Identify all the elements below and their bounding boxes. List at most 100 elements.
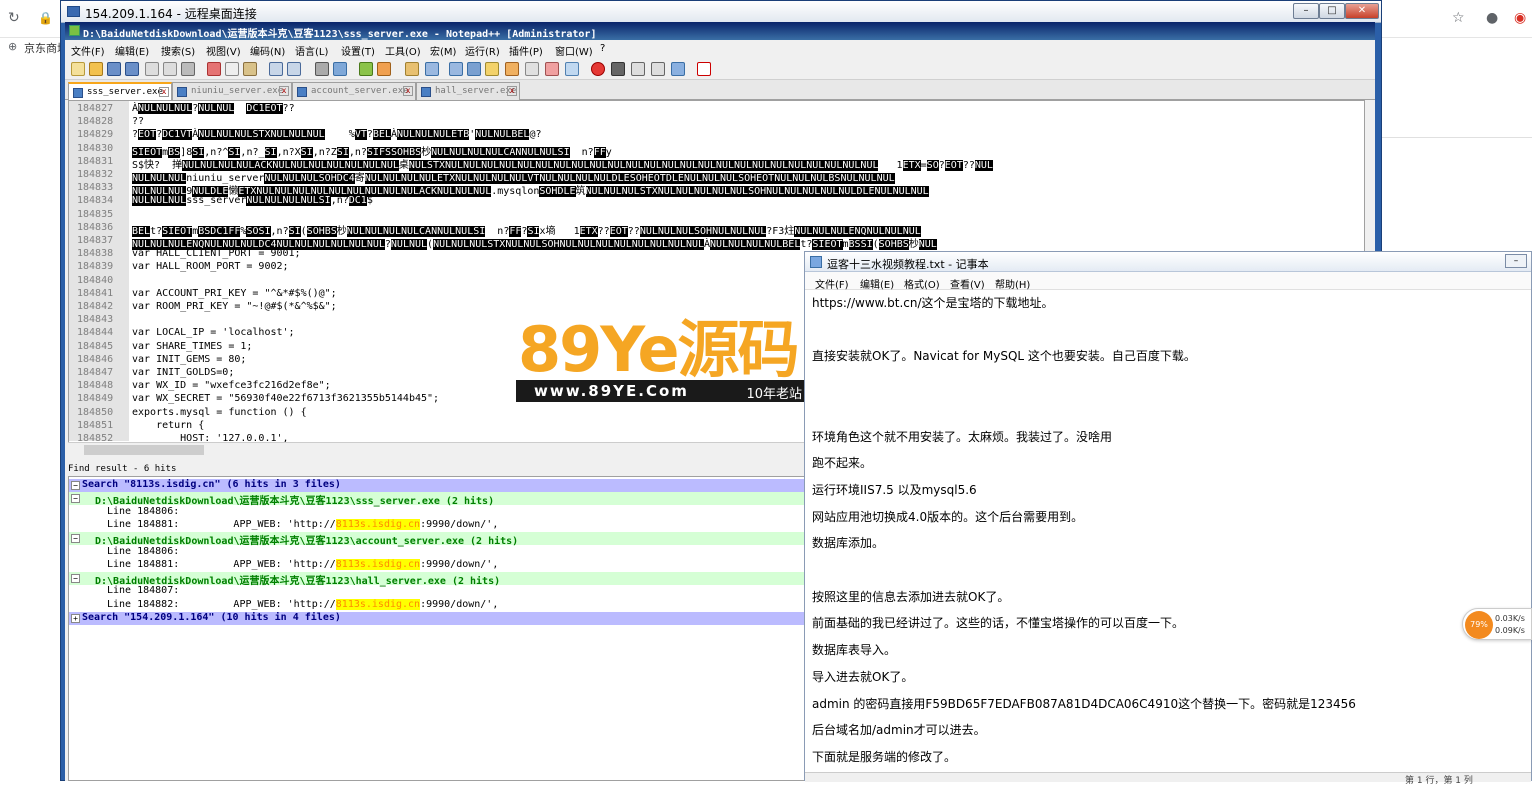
network-speed-widget[interactable]: 79% 0.03K/s 0.09K/s (1462, 608, 1532, 640)
tab-label: sss_server.exe (87, 87, 163, 97)
menu-window[interactable]: 窗口(W) (555, 43, 593, 58)
print-icon[interactable] (181, 62, 195, 76)
monitor-icon[interactable] (565, 62, 579, 76)
close-all-icon[interactable] (163, 62, 177, 76)
new-file-icon[interactable] (71, 62, 85, 76)
tab-niuniu-server[interactable]: niuniu_server.exe x (172, 82, 292, 100)
menu-encoding[interactable]: 编码(N) (250, 43, 285, 58)
copy-icon[interactable] (225, 62, 239, 76)
minimize-button[interactable]: – (1293, 3, 1319, 19)
close-file-icon[interactable] (145, 62, 159, 76)
menu-file[interactable]: 文件(F) (815, 276, 849, 291)
func-list-icon[interactable] (525, 62, 539, 76)
extension-icon[interactable]: ◉ (1514, 10, 1526, 26)
tab-sss-server[interactable]: sss_server.exe x (68, 82, 172, 100)
menu-format[interactable]: 格式(O) (904, 276, 940, 291)
star-icon[interactable]: ☆ (1452, 10, 1465, 26)
search-result-group[interactable]: − Search "8113s.isdig.cn" (6 hits in 3 fi… (69, 479, 804, 492)
run-macro-icon[interactable] (651, 62, 665, 76)
save-all-icon[interactable] (125, 62, 139, 76)
result-text: :9990/down/', (420, 558, 499, 570)
tree-toggle-icon[interactable]: − (71, 534, 80, 544)
save-icon[interactable] (107, 62, 121, 76)
search-result-file[interactable]: − D:\BaiduNetdiskDownload\运营版本斗克\豆客1123\h… (69, 572, 804, 587)
restore-button[interactable]: □ (1319, 3, 1345, 19)
horizontal-scrollbar[interactable] (68, 442, 808, 456)
watermark-logo: 89Ye源码 www.89YE.Com 10年老站 (516, 318, 822, 403)
menu-tools[interactable]: 工具(O) (385, 43, 421, 58)
file-saved-icon (177, 87, 187, 97)
search-result-group[interactable]: + Search "154.209.1.164" (10 hits in 4 fi… (69, 612, 804, 625)
tree-toggle-icon[interactable]: − (71, 574, 80, 584)
line-number: 184835 (77, 208, 114, 220)
menu-settings[interactable]: 设置(T) (341, 43, 375, 58)
record-macro-icon[interactable] (591, 62, 605, 76)
scrollbar-thumb[interactable] (84, 445, 204, 455)
all-chars-icon[interactable] (449, 62, 463, 76)
search-result-file[interactable]: − D:\BaiduNetdiskDownload\运营版本斗克\豆客1123\a… (69, 532, 804, 547)
tab-close-icon[interactable]: x (403, 86, 413, 96)
search-result-line[interactable]: Line 184806: (69, 546, 804, 559)
npp-titlebar[interactable]: D:\BaiduNetdiskDownload\运营版本斗克\豆客1123\ss… (65, 22, 1375, 40)
menu-file[interactable]: 文件(F) (71, 43, 105, 58)
code-line: ?EOT?DC1VTÀNULNULNULSTXNULNULNUL %VT?BEL… (132, 129, 542, 141)
menu-view[interactable]: 查看(V) (950, 276, 985, 291)
tree-toggle-icon[interactable]: + (71, 614, 80, 623)
stop-macro-icon[interactable] (611, 62, 625, 76)
lang-icon[interactable] (485, 62, 499, 76)
menu-help[interactable]: 帮助(H) (995, 276, 1030, 291)
save-macro-icon[interactable] (671, 62, 685, 76)
tab-hall-server[interactable]: hall_server.exe x (416, 82, 520, 100)
notepad-titlebar[interactable]: 逗客十三水视频教程.txt - 记事本 – (805, 252, 1531, 272)
close-button[interactable]: ✕ (1345, 3, 1379, 19)
file-saved-icon (421, 87, 431, 97)
zoom-out-icon[interactable] (377, 62, 391, 76)
spell-check-icon[interactable] (697, 62, 711, 76)
menu-run[interactable]: 运行(R) (465, 43, 500, 58)
cut-icon[interactable] (207, 62, 221, 76)
play-macro-icon[interactable] (631, 62, 645, 76)
wrap-icon[interactable] (425, 62, 439, 76)
search-result-line[interactable]: Line 184881: APP_WEB: 'http://8113s.isdi… (69, 558, 804, 572)
menu-view[interactable]: 视图(V) (206, 43, 241, 58)
search-result-line[interactable]: Line 184806: (69, 506, 804, 519)
lock-icon[interactable]: 🔒 (38, 11, 53, 25)
menu-macro[interactable]: 宏(M) (430, 43, 456, 58)
notepad-text-area[interactable]: https://www.bt.cn/这个是宝塔的下载地址。 直接安装就OK了。Na… (805, 290, 1531, 772)
menu-help[interactable]: ? (600, 43, 605, 54)
notepad-text-line: 环境角色这个就不用安装了。太麻烦。我装过了。没啥用 (812, 429, 1113, 444)
folder-workspace-icon[interactable] (545, 62, 559, 76)
tab-account-server[interactable]: account_server.exe x (292, 82, 416, 100)
find-result-panel[interactable]: − Search "8113s.isdig.cn" (6 hits in 3 fi… (68, 476, 805, 781)
menu-edit[interactable]: 编辑(E) (115, 43, 149, 58)
search-result-line[interactable]: Line 184807: (69, 585, 804, 598)
avatar-icon[interactable]: ● (1486, 10, 1498, 26)
zoom-in-icon[interactable] (359, 62, 373, 76)
tab-close-icon[interactable]: x (507, 86, 517, 96)
open-file-icon[interactable] (89, 62, 103, 76)
find-icon[interactable] (315, 62, 329, 76)
tab-close-icon[interactable]: x (279, 86, 289, 96)
tab-close-icon[interactable]: x (159, 87, 169, 97)
menu-plugins[interactable]: 插件(P) (509, 43, 543, 58)
rdp-titlebar[interactable]: 154.209.1.164 - 远程桌面连接 – □ ✕ (61, 1, 1381, 23)
minimize-button[interactable]: – (1505, 254, 1527, 268)
paste-icon[interactable] (243, 62, 257, 76)
line-number: 184832 (77, 169, 114, 180)
tree-toggle-icon[interactable]: − (71, 481, 80, 490)
menu-search[interactable]: 搜索(S) (161, 43, 195, 58)
indent-guide-icon[interactable] (467, 62, 481, 76)
menu-edit[interactable]: 编辑(E) (860, 276, 894, 291)
reload-icon[interactable]: ↻ (8, 10, 20, 26)
redo-icon[interactable] (287, 62, 301, 76)
tab-label: hall_server.exe (435, 86, 517, 96)
menu-language[interactable]: 语言(L) (295, 43, 328, 58)
sync-scroll-icon[interactable] (405, 62, 419, 76)
search-result-file[interactable]: − D:\BaiduNetdiskDownload\运营版本斗克\豆客1123\s… (69, 492, 804, 507)
doc-map-icon[interactable] (505, 62, 519, 76)
search-result-line[interactable]: Line 184881: APP_WEB: 'http://8113s.isdi… (69, 518, 804, 532)
search-result-line[interactable]: Line 184882: APP_WEB: 'http://8113s.isdi… (69, 598, 804, 612)
undo-icon[interactable] (269, 62, 283, 76)
tree-toggle-icon[interactable]: − (71, 494, 80, 504)
replace-icon[interactable] (333, 62, 347, 76)
